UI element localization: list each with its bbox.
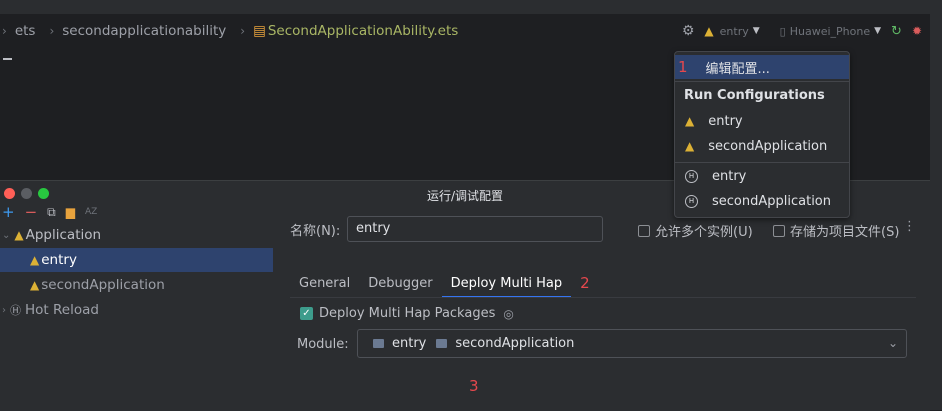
module-item: entry	[392, 336, 427, 351]
remove-icon[interactable]: −	[25, 203, 38, 221]
menu-section-header: Run Configurations	[684, 88, 825, 103]
tree-group-label: Hot Reload	[25, 302, 99, 318]
name-field[interactable]: entry	[347, 216, 603, 242]
tab-divider	[290, 297, 916, 298]
menu-item-hot-entry[interactable]: H entry	[675, 164, 849, 188]
checkmark-icon: ✓	[300, 307, 313, 320]
chevron-right-icon: ›	[2, 304, 6, 316]
store-project-checkbox[interactable]: 存储为项目文件(S)	[773, 221, 899, 240]
more-options-icon[interactable]: ⋮	[903, 219, 916, 234]
name-value: entry	[356, 221, 391, 236]
app-icon: ▲	[685, 139, 695, 153]
run-toolbar: ⚙ ▲ entry ▼ ▯ Huawei_Phone ▼ ↻ ✹	[682, 14, 922, 48]
debug-icon[interactable]: ✹	[912, 24, 922, 38]
annotation-3: 3	[469, 377, 479, 395]
right-gutter	[930, 14, 942, 410]
chevron-down-icon: ⌄	[2, 229, 11, 241]
annotation-1: 1	[678, 58, 688, 76]
module-folder-icon	[373, 339, 384, 348]
breadcrumb-separator-icon: ›	[240, 24, 246, 38]
module-select[interactable]: entry secondApplication ⌄	[357, 329, 907, 358]
refresh-icon[interactable]: ↻	[891, 24, 902, 39]
module-item: secondApplication	[455, 336, 575, 351]
module-label: Module:	[297, 337, 349, 352]
deploy-checkbox-label: Deploy Multi Hap Packages	[319, 306, 496, 321]
module-folder-icon	[436, 339, 448, 348]
menu-item-run-entry[interactable]: ▲ entry	[675, 109, 849, 133]
tree-item-label: entry	[41, 252, 77, 268]
hot-reload-icon: Ⓗ	[10, 304, 21, 317]
chevron-down-icon: ▼	[752, 26, 760, 36]
hot-reload-icon: H	[685, 194, 698, 208]
tab-general[interactable]: General	[290, 270, 359, 296]
tree-item-entry[interactable]: ▲ entry	[0, 248, 273, 272]
breadcrumb-file-label: SecondApplicationAbility.ets	[267, 23, 459, 39]
breadcrumb-separator-icon: ›	[49, 24, 55, 38]
navigation-bar: › ets › secondapplicationability › ▤ Sec…	[0, 14, 930, 48]
tab-debugger[interactable]: Debugger	[359, 270, 441, 296]
folder-icon[interactable]: ▆	[66, 205, 75, 219]
run-config-selector[interactable]: ▲ entry ▼	[704, 24, 759, 38]
app-icon: ▲	[704, 24, 714, 38]
tree-item-label: secondApplication	[41, 277, 165, 293]
add-icon[interactable]: +	[2, 203, 15, 221]
tab-deploy-multi-hap[interactable]: Deploy Multi Hap	[441, 270, 572, 298]
allow-multiple-checkbox[interactable]: 允许多个实例(U)	[638, 221, 753, 240]
device-label: Huawei_Phone	[789, 24, 871, 38]
breadcrumb-file[interactable]: ▤ SecondApplicationAbility.ets	[253, 23, 458, 39]
ets-file-icon: ▤	[253, 23, 266, 39]
config-tabs: General Debugger Deploy Multi Hap 2	[290, 270, 599, 298]
gear-icon[interactable]: ⚙	[682, 23, 695, 39]
name-label: 名称(N):	[290, 224, 341, 239]
device-selector[interactable]: ▯ Huawei_Phone ▼	[780, 25, 881, 38]
menu-item-label: secondApplication	[712, 193, 831, 209]
phone-icon: ▯	[779, 24, 786, 38]
help-icon[interactable]: ◎	[503, 307, 513, 321]
chevron-down-icon: ▼	[874, 26, 882, 36]
menu-item-run-second-application[interactable]: ▲ secondApplication	[675, 134, 849, 158]
app-icon: ▲	[14, 228, 24, 242]
chevron-down-icon: ⌄	[887, 336, 898, 350]
copy-icon[interactable]: ⧉	[47, 205, 56, 220]
annotation-2: 2	[580, 274, 590, 292]
sort-icon[interactable]: AZ	[85, 207, 97, 217]
menu-divider	[675, 162, 849, 163]
deploy-multi-hap-checkbox[interactable]: ✓ Deploy Multi Hap Packages ◎	[300, 306, 514, 321]
tree-group-hot-reload[interactable]: › Ⓗ Hot Reload	[0, 298, 273, 322]
window-top-strip	[0, 0, 942, 14]
checkbox-icon	[773, 224, 785, 237]
tree-group-application[interactable]: ⌄ ▲ Application	[0, 223, 273, 247]
breadcrumb-separator-icon: ›	[2, 24, 7, 38]
hot-reload-icon: H	[685, 169, 698, 183]
menu-item-label: secondApplication	[708, 138, 828, 154]
menu-divider	[675, 81, 849, 82]
checkbox-icon	[638, 224, 650, 237]
menu-item-label: entry	[708, 113, 743, 129]
allow-multiple-label: 允许多个实例(U)	[655, 225, 753, 240]
config-tree: ⌄ ▲ Application ▲ entry ▲ secondApplicat…	[0, 223, 273, 411]
app-icon: ▲	[30, 278, 40, 292]
edit-config-menu-item[interactable]: 1 编辑配置...	[675, 55, 849, 79]
edit-config-label: 编辑配置...	[705, 61, 770, 77]
tree-item-second-application[interactable]: ▲ secondApplication	[0, 273, 273, 297]
run-config-label: entry	[719, 24, 749, 38]
menu-item-label: entry	[712, 168, 747, 184]
store-project-label: 存储为项目文件(S)	[790, 225, 900, 240]
tree-group-label: Application	[25, 227, 102, 243]
menu-item-hot-second-application[interactable]: H secondApplication	[675, 189, 849, 213]
app-icon: ▲	[30, 253, 40, 267]
app-icon: ▲	[685, 114, 695, 128]
breadcrumb-item[interactable]: ets	[15, 23, 36, 39]
run-config-dropdown: 1 编辑配置... Run Configurations ▲ entry ▲ s…	[674, 51, 850, 218]
config-toolbar: + − ⧉ ▆ AZ	[2, 203, 97, 221]
editor-caret	[3, 58, 12, 60]
breadcrumb-item[interactable]: secondapplicationability	[62, 23, 226, 39]
